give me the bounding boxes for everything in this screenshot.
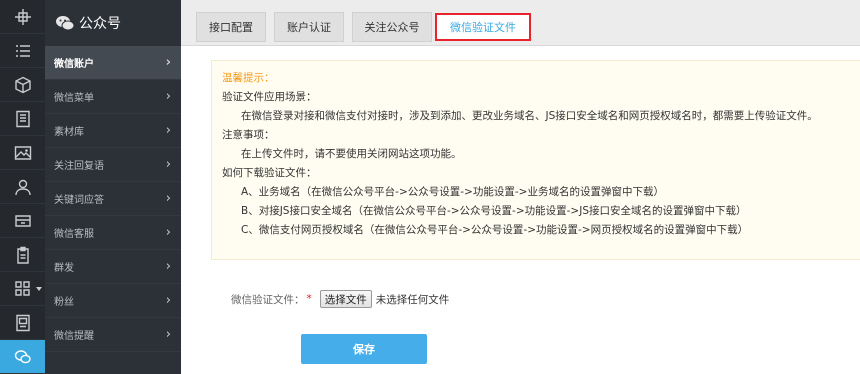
sidebar-item-label: 微信账户 bbox=[54, 59, 94, 70]
tips-panel: 温馨提示： 验证文件应用场景： 在微信登录对接和微信支付对接时，涉及到添加、更改… bbox=[211, 60, 860, 260]
tab-interface-config[interactable]: 接口配置 bbox=[196, 12, 266, 42]
rail-item-store[interactable] bbox=[0, 204, 45, 238]
tab-account-verification[interactable]: 账户认证 bbox=[274, 12, 344, 42]
tips-line: 在上传文件时，请不要使用关闭网站这项功能。 bbox=[241, 148, 462, 160]
wechat-icon bbox=[14, 349, 31, 363]
menu-header-title: 公众号 bbox=[79, 16, 121, 32]
chevron-right-icon: › bbox=[165, 259, 171, 274]
tips-line: 如何下载验证文件： bbox=[222, 167, 317, 179]
sidebar-item-wechat-account[interactable]: 微信账户 › bbox=[45, 46, 181, 80]
sidebar-item-wechat-menu[interactable]: 微信菜单 › bbox=[45, 80, 181, 114]
rail-item-user[interactable] bbox=[0, 170, 45, 204]
chevron-right-icon: › bbox=[165, 123, 171, 138]
sidebar-item-label: 群发 bbox=[54, 263, 74, 274]
sidebar-item-customer-service[interactable]: 微信客服 › bbox=[45, 216, 181, 250]
sidebar-item-label: 微信提醒 bbox=[54, 331, 94, 342]
tips-line: 验证文件应用场景： bbox=[222, 91, 317, 103]
rail-item-note[interactable] bbox=[0, 306, 45, 340]
verification-file-row: 微信验证文件： * 选择文件 未选择任何文件 bbox=[231, 290, 449, 308]
chevron-right-icon: › bbox=[165, 225, 171, 240]
sidebar-item-label: 微信菜单 bbox=[54, 93, 94, 104]
chevron-right-icon: › bbox=[165, 55, 171, 70]
chevron-right-icon: › bbox=[165, 89, 171, 104]
sidebar-item-label: 关注回复语 bbox=[54, 161, 104, 172]
chevron-right-icon: › bbox=[165, 327, 171, 342]
clipboard-icon bbox=[16, 246, 29, 264]
rail-item-cube[interactable] bbox=[0, 68, 45, 102]
list-icon bbox=[15, 44, 30, 57]
note-icon bbox=[15, 314, 30, 331]
sidebar-item-label: 关键词应答 bbox=[54, 195, 104, 206]
tips-line: B、对接JS接口安全域名（在微信公众号平台->公众号设置->功能设置->JS接口… bbox=[241, 205, 747, 217]
rail-item-list[interactable] bbox=[0, 34, 45, 68]
chevron-right-icon: › bbox=[165, 191, 171, 206]
rail-item-document[interactable] bbox=[0, 102, 45, 136]
tips-line: A、业务域名（在微信公众号平台->公众号设置->功能设置->业务域名的设置弹窗中… bbox=[241, 186, 664, 198]
grid-icon bbox=[14, 280, 30, 296]
user-icon bbox=[14, 179, 31, 195]
tab-bar: 接口配置 账户认证 关注公众号 微信验证文件 bbox=[181, 0, 860, 46]
sidebar-menu: 公众号 微信账户 › 微信菜单 › 素材库 › 关注回复语 › 关键词应答 › … bbox=[45, 0, 181, 374]
wechat-icon bbox=[56, 16, 75, 31]
rail-item-wechat[interactable] bbox=[0, 340, 45, 374]
sidebar-item-fans[interactable]: 粉丝 › bbox=[45, 284, 181, 318]
rail-item-clipboard[interactable] bbox=[0, 238, 45, 272]
cube-icon bbox=[14, 76, 31, 93]
chevron-down-icon bbox=[36, 287, 42, 291]
icon-rail bbox=[0, 0, 45, 374]
required-marker: * bbox=[306, 293, 312, 305]
tips-title: 温馨提示： bbox=[222, 72, 275, 84]
save-button[interactable]: 保存 bbox=[301, 334, 427, 364]
sidebar-item-keyword-reply[interactable]: 关键词应答 › bbox=[45, 182, 181, 216]
main-content: 接口配置 账户认证 关注公众号 微信验证文件 温馨提示： 验证文件应用场景： 在… bbox=[181, 0, 860, 374]
menu-header: 公众号 bbox=[45, 0, 181, 46]
chevron-right-icon: › bbox=[165, 157, 171, 172]
image-icon bbox=[14, 145, 31, 160]
sidebar-item-label: 素材库 bbox=[54, 127, 84, 138]
tab-follow-account[interactable]: 关注公众号 bbox=[352, 12, 432, 42]
choose-file-button[interactable]: 选择文件 bbox=[319, 290, 372, 308]
sidebar-item-material-library[interactable]: 素材库 › bbox=[45, 114, 181, 148]
sidebar-item-label: 微信客服 bbox=[54, 229, 94, 240]
rail-item-grid[interactable] bbox=[0, 272, 45, 306]
chevron-right-icon: › bbox=[165, 293, 171, 308]
file-status-text: 未选择任何文件 bbox=[375, 293, 450, 306]
tips-line: 注意事项： bbox=[222, 129, 275, 141]
rail-item-image[interactable] bbox=[0, 136, 45, 170]
tips-line: C、微信支付网页授权域名（在微信公众号平台->公众号设置->功能设置->网页授权… bbox=[241, 224, 749, 236]
store-icon bbox=[14, 214, 31, 227]
plus-cross-icon bbox=[14, 8, 31, 25]
sidebar-item-wechat-reminder[interactable]: 微信提醒 › bbox=[45, 318, 181, 352]
verification-file-label: 微信验证文件： bbox=[231, 293, 305, 306]
document-icon bbox=[15, 110, 30, 127]
sidebar-item-follow-reply[interactable]: 关注回复语 › bbox=[45, 148, 181, 182]
tab-verification-file[interactable]: 微信验证文件 bbox=[435, 13, 531, 41]
sidebar-item-mass-send[interactable]: 群发 › bbox=[45, 250, 181, 284]
rail-item-tools[interactable] bbox=[0, 0, 45, 34]
sidebar-item-label: 粉丝 bbox=[54, 297, 74, 308]
tips-line: 在微信登录对接和微信支付对接时，涉及到添加、更改业务域名、JS接口安全域名和网页… bbox=[241, 110, 818, 122]
